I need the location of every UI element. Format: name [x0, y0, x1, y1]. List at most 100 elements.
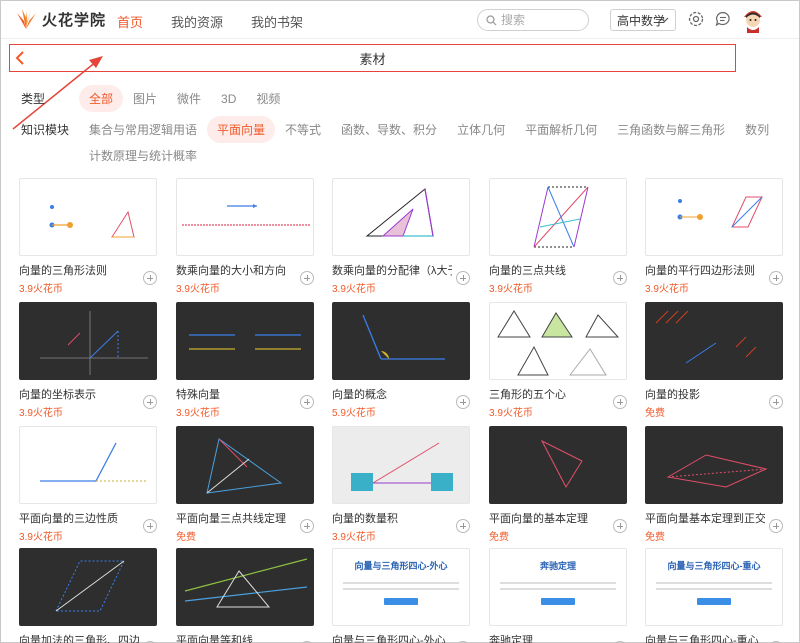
thumbnail-start-button: [384, 598, 418, 605]
add-circle-icon[interactable]: [300, 271, 314, 285]
card-thumbnail[interactable]: [176, 302, 314, 380]
scalar-multiple-thumbnail: [182, 204, 310, 226]
resource-card[interactable]: 向量的三角形法则 3.9火花币: [19, 178, 159, 295]
resource-card[interactable]: 三角形的五个心 3.9火花币: [489, 302, 629, 419]
add-circle-icon[interactable]: [143, 271, 157, 285]
settings-gear-icon[interactable]: [687, 10, 705, 28]
resource-card[interactable]: 数乘向量的分配律（λ大于... 3.9火花币: [332, 178, 472, 295]
message-icon[interactable]: [714, 10, 732, 28]
module-chip-plane-vectors[interactable]: 平面向量: [207, 116, 276, 143]
user-avatar[interactable]: [741, 7, 765, 33]
thumbnail-doc-title: 奔驰定理: [539, 561, 576, 571]
type-chip-all[interactable]: 全部: [79, 85, 124, 112]
module-chip-trigonometry[interactable]: 三角函数与解三角形: [607, 116, 735, 143]
back-chevron-icon[interactable]: [14, 49, 28, 67]
search-box[interactable]: [477, 9, 589, 31]
resource-card[interactable]: 平面向量基本定理到正交分... 免费: [645, 426, 785, 543]
module-chip-counting-statistics[interactable]: 计数原理与统计概率: [79, 142, 207, 169]
card-thumbnail[interactable]: [176, 548, 314, 626]
nav-my-resources[interactable]: 我的资源: [171, 12, 223, 31]
module-chip-sequences[interactable]: 数列: [735, 116, 779, 143]
card-title: 向量的坐标表示: [19, 389, 96, 401]
resource-card[interactable]: 向量的坐标表示 3.9火花币: [19, 302, 159, 419]
add-circle-icon[interactable]: [300, 395, 314, 409]
card-thumbnail[interactable]: [489, 426, 627, 504]
type-filter-row: 类型 全部 图片 微件 3D 视频: [21, 85, 290, 112]
card-thumbnail[interactable]: [19, 302, 157, 380]
card-thumbnail[interactable]: [19, 178, 157, 256]
type-chip-widget[interactable]: 微件: [167, 85, 211, 112]
card-thumbnail[interactable]: [645, 302, 783, 380]
card-thumbnail[interactable]: [176, 426, 314, 504]
add-circle-icon[interactable]: [143, 395, 157, 409]
add-circle-icon[interactable]: [613, 395, 627, 409]
module-chip-solid-geometry[interactable]: 立体几何: [447, 116, 515, 143]
add-circle-icon[interactable]: [769, 395, 783, 409]
resource-card[interactable]: 奔驰定理 奔驰定理: [489, 548, 629, 643]
add-circle-icon[interactable]: [456, 271, 470, 285]
module-chip-functions[interactable]: 函数、导数、积分: [331, 116, 447, 143]
resource-card[interactable]: 平面向量的基本定理 免费: [489, 426, 629, 543]
card-thumbnail[interactable]: 向量与三角形四心-重心: [645, 548, 783, 626]
card-title: 三角形的五个心: [489, 389, 566, 401]
module-chip-analytic-geometry[interactable]: 平面解析几何: [515, 116, 607, 143]
module-filter-row-2: 计数原理与统计概率: [79, 142, 207, 169]
card-title: 向量的投影: [645, 389, 700, 401]
logo[interactable]: 火花学院: [13, 7, 106, 31]
resource-card[interactable]: 数乘向量的大小和方向 3.9火花币: [176, 178, 316, 295]
card-thumbnail[interactable]: [645, 426, 783, 504]
grade-select[interactable]: 高中数学: [610, 9, 676, 31]
card-thumbnail[interactable]: [176, 178, 314, 256]
card-price: 5.9火花币: [332, 408, 376, 419]
resource-card[interactable]: 平面向量三点共线定理 免费: [176, 426, 316, 543]
card-thumbnail[interactable]: [332, 426, 470, 504]
card-thumbnail[interactable]: [19, 548, 157, 626]
add-circle-icon[interactable]: [613, 271, 627, 285]
resource-card[interactable]: 平面向量等和线: [176, 548, 316, 643]
add-circle-icon[interactable]: [613, 519, 627, 533]
card-title: 向量加法的三角形、四边形...: [19, 635, 139, 643]
card-thumbnail[interactable]: [489, 178, 627, 256]
resource-card[interactable]: 向量与三角形四心-重心 向量与三角形四心-重心: [645, 548, 785, 643]
card-thumbnail[interactable]: 向量与三角形四心-外心: [332, 548, 470, 626]
resource-card[interactable]: 向量的投影 免费: [645, 302, 785, 419]
resource-card[interactable]: 向量的平行四边形法则 3.9火花币: [645, 178, 785, 295]
module-chip-sets-logic[interactable]: 集合与常用逻辑用语: [79, 116, 207, 143]
add-circle-icon[interactable]: [300, 519, 314, 533]
parallelogram-rule-thumbnail: [677, 196, 763, 228]
card-title: 向量的平行四边形法则: [645, 265, 755, 277]
equal-sum-line-thumbnail: [184, 558, 308, 608]
nav-my-bookshelf[interactable]: 我的书架: [251, 12, 303, 31]
resource-card[interactable]: 向量与三角形四心-外心 向量与三角形四心-外心: [332, 548, 472, 643]
type-chip-image[interactable]: 图片: [123, 85, 167, 112]
card-thumbnail[interactable]: [19, 426, 157, 504]
search-input[interactable]: [501, 13, 581, 27]
resource-card[interactable]: 向量的三点共线 3.9火花币: [489, 178, 629, 295]
nav-home[interactable]: 首页: [117, 12, 143, 31]
type-chip-3d[interactable]: 3D: [211, 87, 246, 111]
module-filter-label: 知识模块: [21, 123, 70, 137]
card-title: 向量的概念: [332, 389, 387, 401]
special-vectors-thumbnail: [189, 334, 301, 350]
resource-card[interactable]: 向量加法的三角形、四边形...: [19, 548, 159, 643]
add-circle-icon[interactable]: [456, 395, 470, 409]
type-chip-video[interactable]: 视频: [246, 85, 290, 112]
add-circle-icon[interactable]: [143, 519, 157, 533]
vector-projection-thumbnail: [655, 310, 757, 364]
card-thumbnail[interactable]: [645, 178, 783, 256]
card-thumbnail[interactable]: [332, 302, 470, 380]
resource-card[interactable]: 特殊向量 3.9火花币: [176, 302, 316, 419]
resource-card[interactable]: 向量的概念 5.9火花币: [332, 302, 472, 419]
resource-card[interactable]: 向量的数量积 3.9火花币: [332, 426, 472, 543]
card-thumbnail[interactable]: [489, 302, 627, 380]
resource-card[interactable]: 平面向量的三边性质 3.9火花币: [19, 426, 159, 543]
thumbnail-start-button: [697, 598, 731, 605]
card-thumbnail[interactable]: [332, 178, 470, 256]
add-circle-icon[interactable]: [769, 519, 783, 533]
card-title: 奔驰定理: [489, 635, 533, 643]
add-circle-icon[interactable]: [769, 271, 783, 285]
module-chip-inequalities[interactable]: 不等式: [275, 116, 331, 143]
add-circle-icon[interactable]: [456, 519, 470, 533]
card-thumbnail[interactable]: 奔驰定理: [489, 548, 627, 626]
card-price: 免费: [645, 408, 665, 419]
